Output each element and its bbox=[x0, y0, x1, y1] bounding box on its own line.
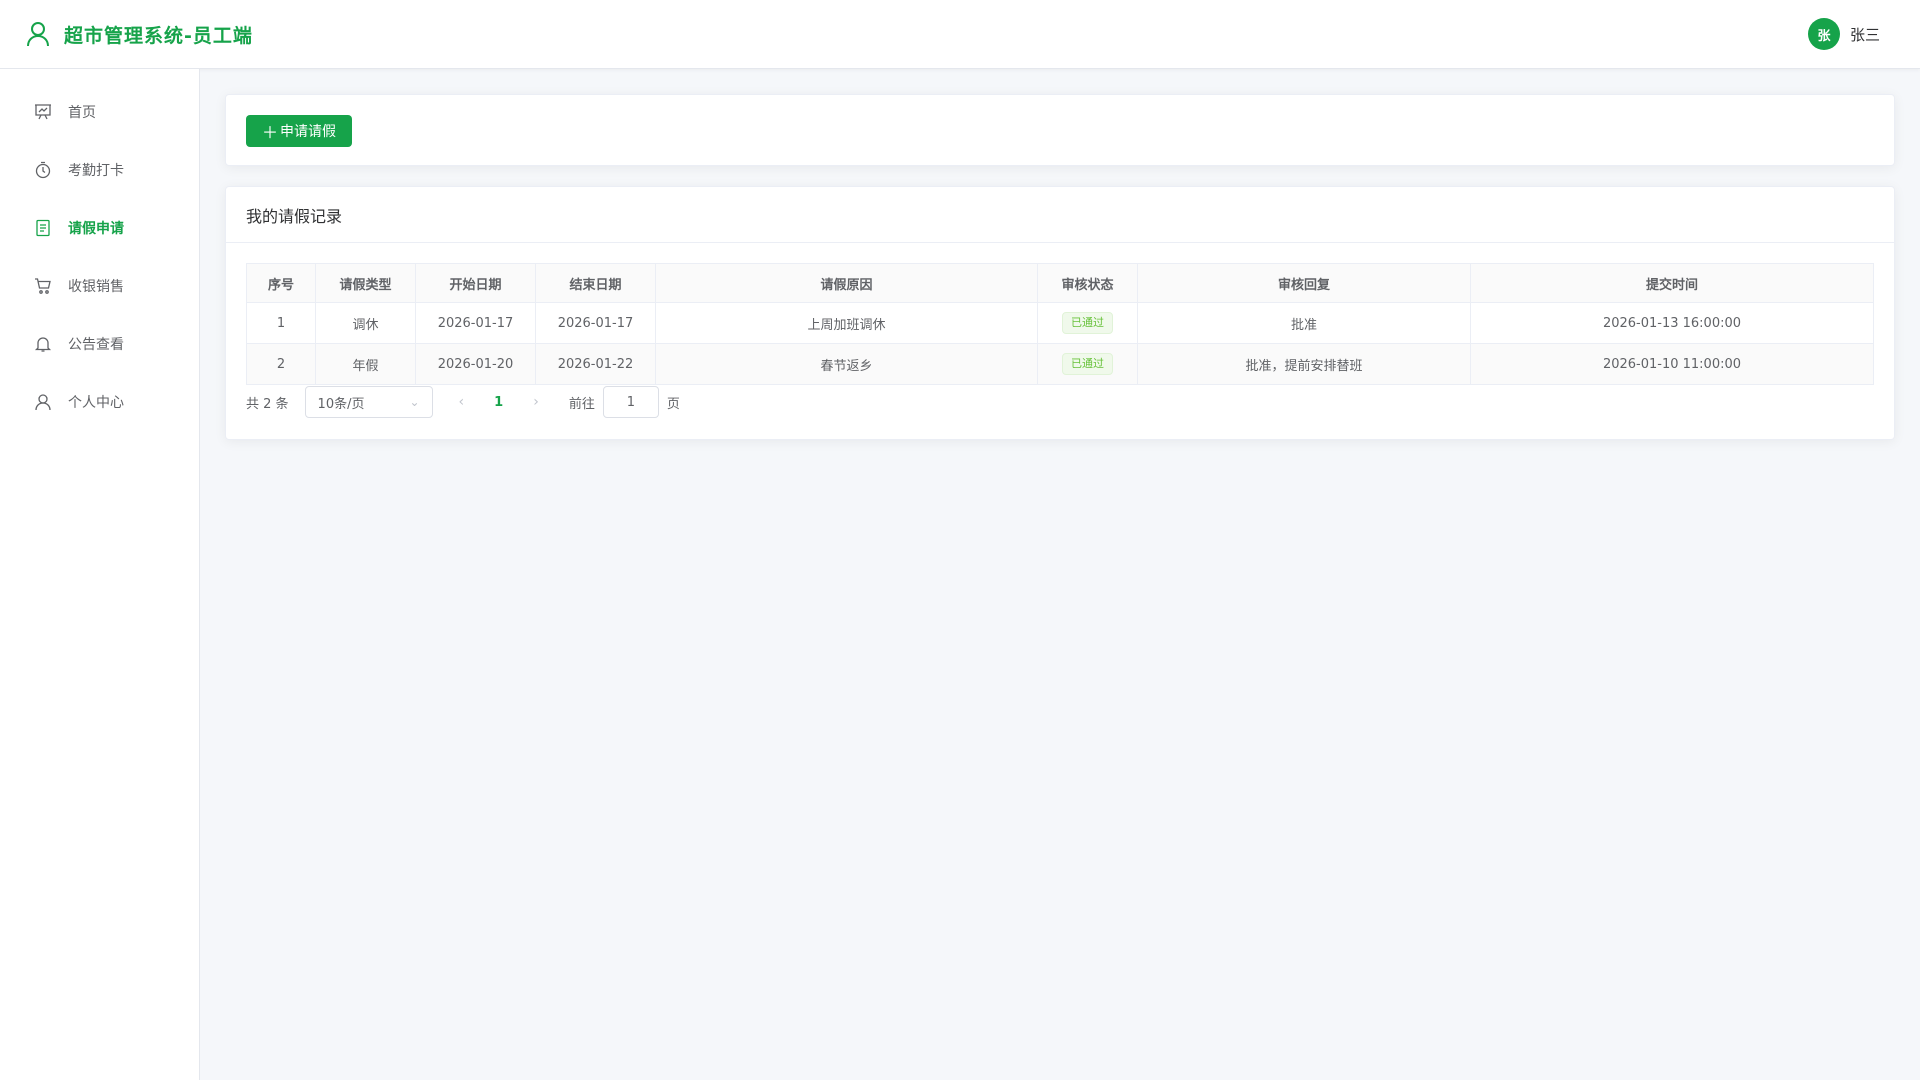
cell-type: 年假 bbox=[315, 343, 416, 385]
cell-submit-time: 2026-01-10 11:00:00 bbox=[1470, 343, 1874, 385]
column-header[interactable]: 提交时间 bbox=[1470, 263, 1874, 303]
page-unit-label: 页 bbox=[666, 396, 680, 412]
cell-reply: 批准 bbox=[1137, 302, 1471, 344]
column-header[interactable]: 请假类型 bbox=[315, 263, 416, 303]
sidebar-item-label: 个人中心 bbox=[68, 395, 124, 411]
cell-status: 已通过 bbox=[1037, 302, 1138, 344]
plus-icon: ＋ bbox=[262, 123, 279, 142]
apply-leave-label: 申请请假 bbox=[280, 124, 337, 140]
sidebar-item-label: 请假申请 bbox=[68, 221, 124, 237]
document-icon bbox=[34, 219, 52, 237]
cell-index: 2 bbox=[246, 343, 316, 385]
cell-end-date: 2026-01-17 bbox=[535, 302, 656, 344]
timer-icon bbox=[34, 161, 52, 179]
cell-start-date: 2026-01-20 bbox=[415, 343, 536, 385]
sidebar-item-label: 首页 bbox=[68, 105, 96, 121]
toolbar-card: ＋ 申请请假 bbox=[225, 94, 1895, 166]
cell-submit-time: 2026-01-13 16:00:00 bbox=[1470, 302, 1874, 344]
cell-reply: 批准，提前安排替班 bbox=[1137, 343, 1471, 385]
records-body: 序号 请假类型 开始日期 结束日期 请假原因 审核状态 审核回复 提交时间 1 … bbox=[226, 243, 1894, 439]
sidebar-item-label: 公告查看 bbox=[68, 337, 124, 353]
cart-icon bbox=[34, 277, 52, 295]
column-header[interactable]: 开始日期 bbox=[415, 263, 536, 303]
sidebar-item-home[interactable]: 首页 bbox=[0, 83, 199, 141]
records-title: 我的请假记录 bbox=[226, 187, 1894, 243]
bell-icon bbox=[34, 335, 52, 353]
page-size-select[interactable]: 10条/页 ⌄ bbox=[304, 386, 433, 418]
cell-start-date: 2026-01-17 bbox=[415, 302, 536, 344]
cell-status: 已通过 bbox=[1037, 343, 1138, 385]
cell-reason: 上周加班调休 bbox=[655, 302, 1038, 344]
pagination: 共 2 条 10条/页 ⌄ ‹ 1 › 前往 1 页 bbox=[246, 385, 1874, 419]
sidebar-item-attendance[interactable]: 考勤打卡 bbox=[0, 141, 199, 199]
prev-page-icon[interactable]: ‹ bbox=[459, 394, 465, 410]
cell-type: 调休 bbox=[315, 302, 416, 344]
status-badge: 已通过 bbox=[1062, 312, 1113, 334]
column-header[interactable]: 结束日期 bbox=[535, 263, 656, 303]
records-table: 序号 请假类型 开始日期 结束日期 请假原因 审核状态 审核回复 提交时间 1 … bbox=[246, 263, 1874, 385]
user-name[interactable]: 张三 bbox=[1850, 24, 1880, 45]
sidebar-item-cashier[interactable]: 收银销售 bbox=[0, 257, 199, 315]
column-header[interactable]: 审核回复 bbox=[1137, 263, 1471, 303]
goto-page-input[interactable]: 1 bbox=[602, 386, 659, 418]
column-header[interactable]: 审核状态 bbox=[1037, 263, 1138, 303]
presentation-icon bbox=[34, 103, 52, 121]
records-card: 我的请假记录 序号 请假类型 开始日期 结束日期 请假原因 审核状态 审核回复 bbox=[225, 186, 1895, 440]
table-header-row: 序号 请假类型 开始日期 结束日期 请假原因 审核状态 审核回复 提交时间 bbox=[246, 263, 1874, 303]
app-title: 超市管理系统-员工端 bbox=[64, 24, 253, 47]
column-header[interactable]: 请假原因 bbox=[655, 263, 1038, 303]
status-badge: 已通过 bbox=[1062, 353, 1113, 375]
goto-label: 前往 bbox=[568, 396, 595, 412]
page-number-current[interactable]: 1 bbox=[494, 395, 503, 410]
user-icon bbox=[34, 393, 52, 411]
user-menu[interactable]: 张 张三 bbox=[1807, 18, 1880, 50]
sidebar-item-leave[interactable]: 请假申请 bbox=[0, 199, 199, 257]
sidebar-item-label: 考勤打卡 bbox=[68, 163, 124, 179]
pagination-total: 共 2 条 bbox=[246, 396, 289, 412]
brand: 超市管理系统-员工端 bbox=[26, 21, 253, 48]
sidebar-item-notices[interactable]: 公告查看 bbox=[0, 315, 199, 373]
top-header: 超市管理系统-员工端 张 张三 bbox=[0, 0, 1920, 69]
user-outline-icon bbox=[26, 21, 50, 47]
sidebar-item-label: 收银销售 bbox=[68, 279, 124, 295]
main-content: ＋ 申请请假 我的请假记录 序号 请假类型 开始日期 结束日期 请假原因 审核状… bbox=[200, 69, 1920, 1080]
cell-index: 1 bbox=[246, 302, 316, 344]
cell-reason: 春节返乡 bbox=[655, 343, 1038, 385]
table-row[interactable]: 1 调休 2026-01-17 2026-01-17 上周加班调休 已通过 批准… bbox=[246, 302, 1874, 344]
column-header[interactable]: 序号 bbox=[246, 263, 316, 303]
chevron-down-icon: ⌄ bbox=[409, 395, 420, 409]
sidebar-item-profile[interactable]: 个人中心 bbox=[0, 373, 199, 431]
page-size-value: 10条/页 bbox=[317, 396, 365, 412]
apply-leave-button[interactable]: ＋ 申请请假 bbox=[246, 115, 353, 147]
sidebar: 首页 考勤打卡 请假申请 收银销售 公告查看 个人中心 bbox=[0, 69, 200, 1080]
table-row[interactable]: 2 年假 2026-01-20 2026-01-22 春节返乡 已通过 批准，提… bbox=[246, 343, 1874, 385]
cell-end-date: 2026-01-22 bbox=[535, 343, 656, 385]
next-page-icon[interactable]: › bbox=[533, 394, 539, 410]
avatar[interactable]: 张 bbox=[1807, 18, 1840, 50]
